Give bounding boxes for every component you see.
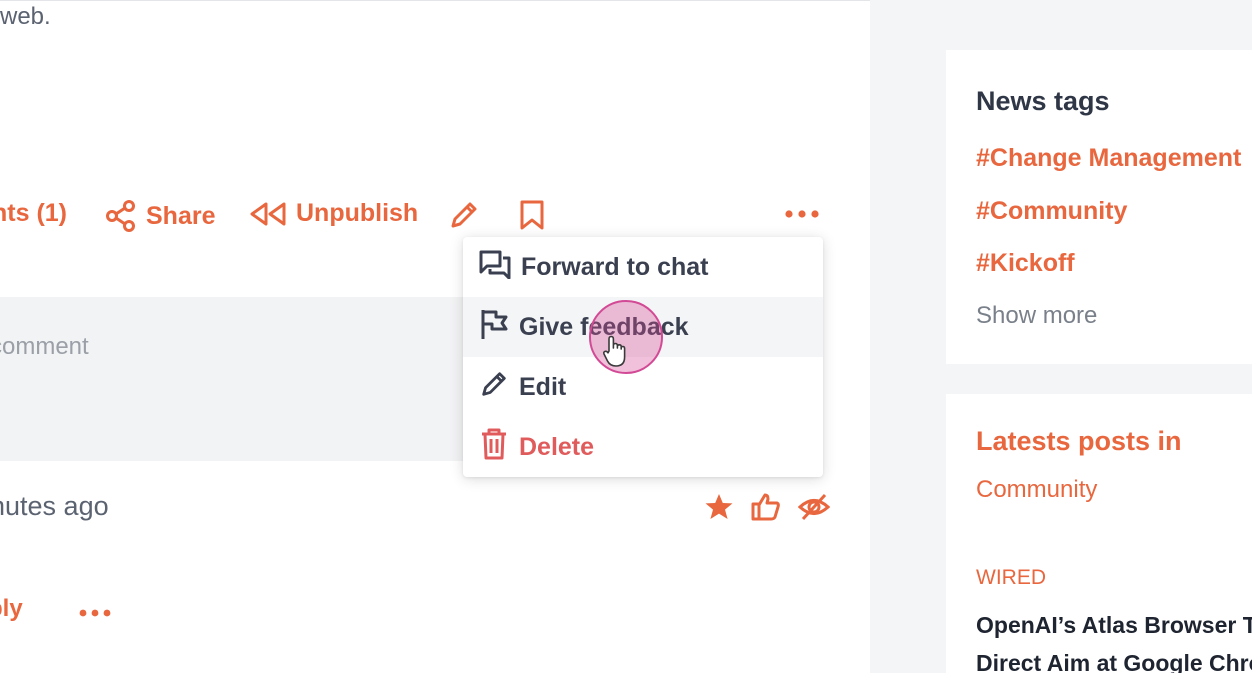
bookmark-button[interactable]: [518, 199, 546, 231]
tag-link[interactable]: #Change Management: [976, 144, 1241, 173]
pencil-icon: [448, 199, 480, 231]
comment-placeholder: comment: [0, 333, 89, 360]
menu-item-edit[interactable]: Edit: [463, 357, 823, 417]
comment-input[interactable]: comment: [0, 297, 480, 461]
post-title-line: Direct Aim at Google Chrome: [976, 650, 1252, 673]
menu-item-give-feedback[interactable]: Give feedback: [463, 297, 823, 357]
unpublish-button[interactable]: Unpublish: [248, 199, 418, 228]
menu-item-forward-to-chat[interactable]: Forward to chat: [463, 237, 823, 297]
more-dots-icon: [78, 605, 112, 622]
comment-reactions: [704, 491, 831, 528]
rewind-icon: [248, 201, 288, 227]
latest-posts-card: Latests posts in Community WIRED OpenAI’…: [946, 394, 1252, 673]
share-button[interactable]: Share: [104, 199, 215, 233]
post-options-menu: Forward to chat Give feedback Edit Delet…: [463, 237, 823, 477]
news-tags-card: News tags #Change Management #Community …: [946, 50, 1252, 364]
star-icon[interactable]: [704, 492, 734, 527]
flag-icon: [479, 308, 509, 347]
share-icon: [104, 199, 138, 233]
thumbs-up-icon[interactable]: [750, 491, 782, 528]
edit-post-button[interactable]: [448, 199, 480, 231]
more-options-button[interactable]: [784, 209, 820, 219]
post-title-line: OpenAI’s Atlas Browser Takes: [976, 612, 1252, 638]
comments-button[interactable]: nts (1): [0, 199, 67, 228]
menu-item-label: Delete: [519, 432, 595, 461]
menu-item-delete[interactable]: Delete: [463, 417, 823, 477]
latest-posts-title: Latests posts in: [976, 426, 1182, 456]
forward-chat-icon: [479, 249, 511, 286]
pencil-icon: [479, 369, 509, 406]
comment-more-button[interactable]: [78, 605, 112, 623]
show-more-link[interactable]: Show more: [976, 302, 1097, 330]
menu-item-label: Forward to chat: [521, 252, 709, 281]
comments-label: nts (1): [0, 199, 67, 227]
post-main-column: web. nts (1) Share Unpublish: [0, 0, 870, 673]
menu-item-label: Give feedback: [519, 312, 689, 341]
news-tags-title: News tags: [976, 86, 1110, 116]
trash-icon: [479, 428, 509, 467]
more-dots-icon: [784, 209, 820, 219]
comment-timestamp: nutes ago: [0, 491, 109, 521]
post-action-bar: nts (1) Share Unpublish: [0, 191, 870, 239]
tag-link[interactable]: #Kickoff: [976, 249, 1075, 278]
latest-posts-community-link[interactable]: Community: [976, 476, 1097, 504]
tag-link[interactable]: #Community: [976, 197, 1127, 226]
post-source-label: WIRED: [976, 566, 1046, 589]
unpublish-label: Unpublish: [296, 199, 419, 227]
menu-item-label: Edit: [519, 372, 567, 401]
share-label: Share: [146, 201, 216, 230]
reply-button[interactable]: ply: [0, 595, 23, 623]
post-title-link[interactable]: OpenAI’s Atlas Browser Takes Direct Aim …: [976, 606, 1252, 673]
eye-off-icon[interactable]: [797, 492, 831, 527]
bookmark-icon: [518, 199, 546, 231]
post-body-text: web.: [0, 3, 51, 30]
